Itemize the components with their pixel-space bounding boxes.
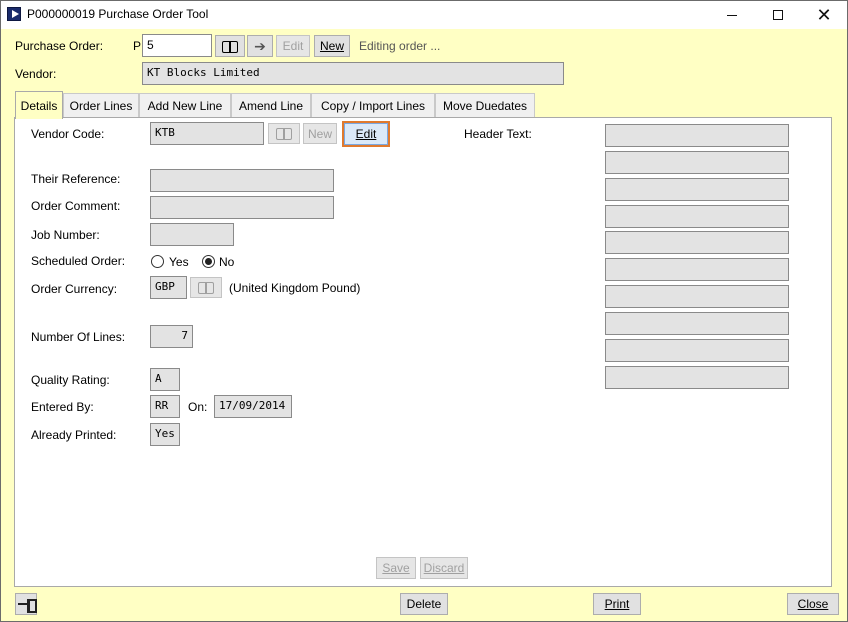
purchase-order-lookup-button[interactable] <box>215 35 245 57</box>
already-printed-label: Already Printed: <box>31 428 117 442</box>
job-number-label: Job Number: <box>31 228 100 242</box>
header-text-line[interactable] <box>605 178 789 201</box>
purchase-order-go-button[interactable]: ➔ <box>247 35 273 57</box>
app-icon <box>7 7 21 21</box>
title-bar[interactable]: P000000019 Purchase Order Tool ✕ <box>1 1 847 29</box>
tab-add-new-line[interactable]: Add New Line <box>139 93 231 118</box>
header-text-line[interactable] <box>605 205 789 228</box>
entered-by-label: Entered By: <box>31 400 94 414</box>
purchase-order-window: P000000019 Purchase Order Tool ✕ Purchas… <box>0 0 848 622</box>
currency-name: (United Kingdom Pound) <box>229 281 361 295</box>
job-number-field[interactable] <box>150 223 234 246</box>
header-text-line[interactable] <box>605 231 789 254</box>
maximize-button[interactable] <box>755 1 801 29</box>
minimize-icon <box>727 14 737 16</box>
book-icon <box>276 128 292 140</box>
tab-move-duedates[interactable]: Move Duedates <box>435 93 535 118</box>
purchase-order-input[interactable]: 5 <box>142 34 212 57</box>
maximize-icon <box>773 10 783 20</box>
close-button[interactable]: Close <box>787 593 839 615</box>
close-window-button[interactable]: ✕ <box>801 1 847 29</box>
minimize-button[interactable] <box>709 1 755 29</box>
header-text-line[interactable] <box>605 124 789 147</box>
discard-button[interactable]: Discard <box>420 557 468 579</box>
number-of-lines-label: Number Of Lines: <box>31 330 126 344</box>
delete-button[interactable]: Delete <box>400 593 448 615</box>
header-text-label: Header Text: <box>464 127 532 141</box>
vendor-new-button[interactable]: New <box>303 123 337 144</box>
their-reference-label: Their Reference: <box>31 172 121 186</box>
book-icon <box>222 40 238 53</box>
entered-on-label: On: <box>188 400 208 414</box>
header-text-line[interactable] <box>605 151 789 174</box>
pin-icon <box>18 599 37 613</box>
vendor-code-label: Vendor Code: <box>31 127 105 141</box>
header-text-line[interactable] <box>605 339 789 362</box>
scheduled-yes-label: Yes <box>169 255 189 269</box>
vendor-edit-button[interactable]: Edit <box>342 121 390 147</box>
tab-copy-import-lines[interactable]: Copy / Import Lines <box>311 93 435 118</box>
header-text-line[interactable] <box>605 258 789 281</box>
quality-rating-label: Quality Rating: <box>31 373 110 387</box>
scheduled-no-radio[interactable] <box>202 255 215 268</box>
pin-button[interactable] <box>15 593 37 615</box>
scheduled-yes-radio[interactable] <box>151 255 164 268</box>
book-icon <box>198 282 214 294</box>
purchase-order-label: Purchase Order: <box>15 39 104 53</box>
close-icon: ✕ <box>816 5 832 25</box>
print-button[interactable]: Print <box>593 593 641 615</box>
vendor-code-field: KTB <box>150 122 264 145</box>
header-text-line[interactable] <box>605 285 789 308</box>
quality-rating-field: A <box>150 368 180 391</box>
arrow-right-icon: ➔ <box>254 38 266 54</box>
tab-amend-line[interactable]: Amend Line <box>231 93 311 118</box>
header-text-line[interactable] <box>605 366 789 389</box>
order-currency-label: Order Currency: <box>31 282 118 296</box>
header-edit-button[interactable]: Edit <box>276 35 310 57</box>
vendor-name-field: KT Blocks Limited <box>142 62 564 85</box>
scheduled-order-label: Scheduled Order: <box>31 254 126 268</box>
number-of-lines-field: 7 <box>150 325 193 348</box>
editing-status: Editing order ... <box>359 39 441 53</box>
save-button[interactable]: Save <box>376 557 416 579</box>
their-reference-field[interactable] <box>150 169 334 192</box>
vendor-label: Vendor: <box>15 67 57 81</box>
scheduled-no-label: No <box>219 255 235 269</box>
order-comment-field[interactable] <box>150 196 334 219</box>
entered-on-field: 17/09/2014 <box>214 395 292 418</box>
header-text-line[interactable] <box>605 312 789 335</box>
purchase-order-prefix: P <box>133 39 142 53</box>
tab-order-lines[interactable]: Order Lines <box>63 93 139 118</box>
entered-by-field: RR <box>150 395 180 418</box>
window-title: P000000019 Purchase Order Tool <box>27 7 209 21</box>
already-printed-field: Yes <box>150 423 180 446</box>
currency-lookup-button[interactable] <box>190 277 222 298</box>
vendor-lookup-button[interactable] <box>268 123 300 144</box>
tab-details[interactable]: Details <box>15 91 63 119</box>
header-new-button[interactable]: New <box>314 35 350 57</box>
order-comment-label: Order Comment: <box>31 199 121 213</box>
currency-code-field: GBP <box>150 276 187 299</box>
